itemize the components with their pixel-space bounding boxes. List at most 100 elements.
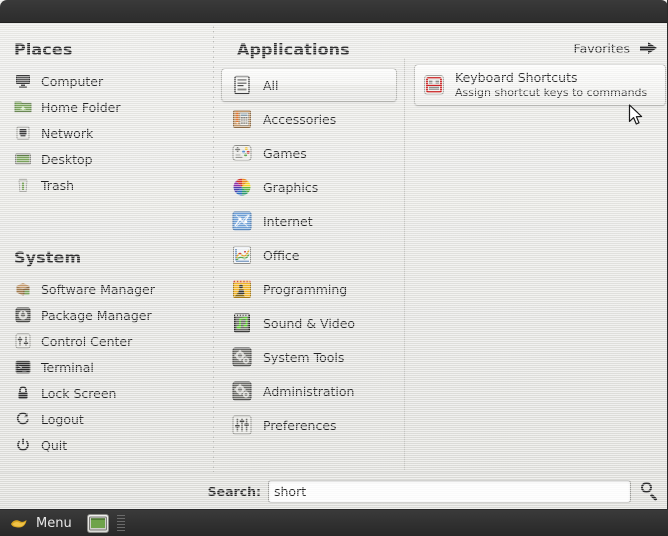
places-apps-separator	[213, 26, 214, 472]
places-item-label: Desktop	[41, 151, 93, 167]
category-item-accessories[interactable]: Accessories	[221, 102, 397, 136]
panel-menu-label: Menu	[36, 515, 72, 531]
menu-body: Places Computer Home Folder Network Desk…	[0, 24, 667, 509]
category-item-programming[interactable]: Programming	[221, 272, 397, 306]
system-heading: System	[14, 248, 82, 267]
places-item-network[interactable]: Network	[0, 120, 213, 146]
panel-menu-button[interactable]: Menu	[0, 510, 81, 536]
system-item-label: Package Manager	[41, 307, 152, 323]
system-tools-icon	[231, 346, 253, 368]
system-item-control-center[interactable]: Control Center	[0, 328, 213, 354]
package-manager-icon	[14, 306, 32, 324]
category-item-label: Graphics	[263, 179, 319, 195]
svg-text:>_: >_	[18, 364, 27, 372]
places-item-computer[interactable]: Computer	[0, 68, 213, 94]
apps-results-separator	[404, 58, 405, 470]
keyboard-shortcuts-icon	[423, 74, 445, 96]
mint-leaf-icon	[10, 515, 28, 531]
system-item-label: Quit	[41, 437, 68, 453]
show-desktop-icon[interactable]	[86, 513, 109, 533]
system-item-label: Software Manager	[41, 281, 155, 297]
logout-icon	[14, 410, 32, 428]
system-list: Software Manager Package Manager Control…	[0, 276, 213, 458]
category-item-sound-video[interactable]: Sound & Video	[221, 306, 397, 340]
category-list: All Accessories Games Graphics Internet …	[214, 68, 404, 442]
preferences-icon	[231, 414, 253, 436]
result-item-keyboard-shortcuts[interactable]: Keyboard Shortcuts Assign shortcut keys …	[414, 64, 666, 106]
places-item-label: Network	[41, 125, 94, 141]
desktop-panel: Menu	[0, 510, 668, 536]
control-center-icon	[14, 332, 32, 350]
trash-icon	[14, 176, 32, 194]
category-item-label: All	[263, 77, 279, 93]
search-input[interactable]	[268, 479, 631, 503]
places-item-desktop[interactable]: Desktop	[0, 146, 213, 172]
system-item-logout[interactable]: Logout	[0, 406, 213, 432]
favorites-label: Favorites	[573, 41, 630, 56]
places-item-label: Computer	[41, 73, 104, 89]
internet-icon	[231, 210, 253, 232]
system-item-lock-screen[interactable]: Lock Screen	[0, 380, 213, 406]
system-item-label: Terminal	[41, 359, 94, 375]
games-icon	[231, 142, 253, 164]
places-item-label: Home Folder	[41, 99, 121, 115]
system-item-package-manager[interactable]: Package Manager	[0, 302, 213, 328]
places-item-home-folder[interactable]: Home Folder	[0, 94, 213, 120]
applications-heading: Applications	[237, 40, 350, 59]
all-categories-icon	[231, 74, 253, 96]
category-item-games[interactable]: Games	[221, 136, 397, 170]
arrow-right-icon	[640, 42, 658, 55]
programming-icon	[231, 278, 253, 300]
system-item-label: Control Center	[41, 333, 133, 349]
accessories-icon	[231, 108, 253, 130]
panel-grip-icon[interactable]	[116, 514, 125, 532]
graphics-icon	[231, 176, 253, 198]
category-item-label: Office	[263, 247, 300, 263]
administration-icon	[231, 380, 253, 402]
category-item-label: Internet	[263, 213, 313, 229]
places-heading: Places	[14, 40, 73, 59]
applications-column: Applications All Accessories Games Graph…	[214, 24, 404, 472]
search-handle	[650, 493, 658, 501]
search-glass	[641, 482, 652, 493]
category-item-label: Sound & Video	[263, 315, 356, 331]
mint-menu-window: Places Computer Home Folder Network Desk…	[0, 0, 668, 510]
category-item-label: System Tools	[263, 349, 345, 365]
result-title: Keyboard Shortcuts	[455, 70, 578, 86]
category-item-label: Accessories	[263, 111, 337, 127]
network-icon	[14, 124, 32, 142]
computer-icon	[14, 72, 32, 90]
system-item-label: Lock Screen	[41, 385, 117, 401]
system-item-terminal[interactable]: >_ Terminal	[0, 354, 213, 380]
category-item-all[interactable]: All	[221, 68, 397, 102]
result-description: Assign shortcut keys to commands	[455, 85, 648, 99]
category-item-label: Games	[263, 145, 307, 161]
search-bar: Search:	[0, 472, 667, 509]
category-item-label: Administration	[263, 383, 355, 399]
power-icon	[14, 436, 32, 454]
category-item-system-tools[interactable]: System Tools	[221, 340, 397, 374]
system-item-quit[interactable]: Quit	[0, 432, 213, 458]
category-item-graphics[interactable]: Graphics	[221, 170, 397, 204]
category-item-office[interactable]: Office	[221, 238, 397, 272]
category-item-administration[interactable]: Administration	[221, 374, 397, 408]
search-icon[interactable]	[636, 478, 662, 504]
lock-icon	[14, 384, 32, 402]
category-item-label: Preferences	[263, 417, 337, 433]
system-item-software-manager[interactable]: Software Manager	[0, 276, 213, 302]
results-column: Favorites Keyboard Shortcuts Assign shor…	[405, 24, 667, 472]
places-system-column: Places Computer Home Folder Network Desk…	[0, 24, 213, 472]
menu-titlebar	[0, 0, 667, 23]
software-manager-icon	[14, 280, 32, 298]
result-text: Keyboard Shortcuts Assign shortcut keys …	[455, 70, 647, 99]
system-item-label: Logout	[41, 411, 84, 427]
places-item-trash[interactable]: Trash	[0, 172, 213, 198]
terminal-icon: >_	[14, 358, 32, 376]
category-item-internet[interactable]: Internet	[221, 204, 397, 238]
places-item-label: Trash	[41, 177, 75, 193]
home-folder-icon	[14, 98, 32, 116]
category-item-preferences[interactable]: Preferences	[221, 408, 397, 442]
favorites-button[interactable]: Favorites	[574, 41, 658, 56]
category-item-label: Programming	[263, 281, 348, 297]
sound-video-icon	[231, 312, 253, 334]
